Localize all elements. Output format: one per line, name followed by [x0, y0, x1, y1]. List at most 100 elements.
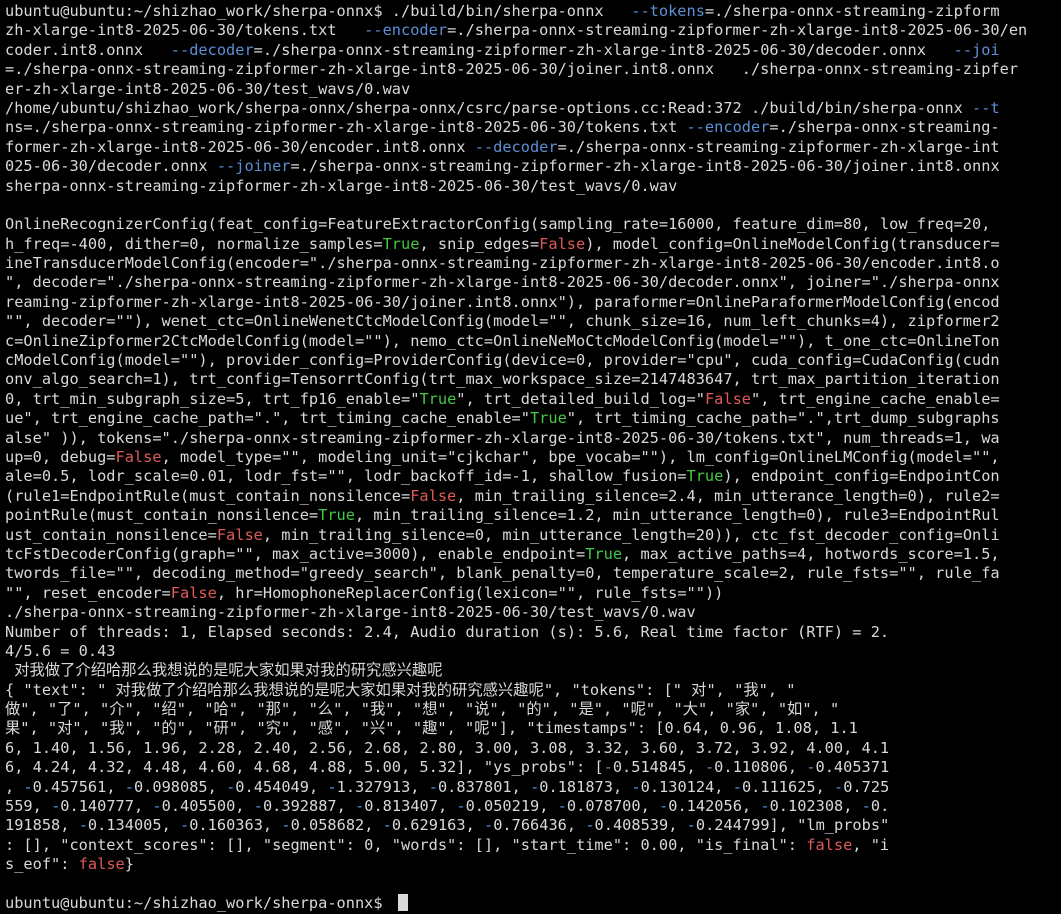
terminal-text: - [484, 816, 494, 835]
terminal-text: 对我做了介绍哈那么我想说的是呢大家如果对我的研究感兴趣呢 [5, 661, 443, 680]
terminal-line: "", reset_encoder=False, hr=HomophoneRep… [5, 584, 1059, 603]
terminal-line: ust_contain_nonsilence=False, min_traili… [5, 526, 1059, 545]
terminal-text: --t [972, 98, 1000, 117]
terminal-text: --encoder [686, 118, 770, 137]
terminal-text: ale=0.5, lodr_scale=0.01, lodr_fst="", l… [5, 467, 687, 486]
terminal-text: ubuntu@ubuntu:~/shizhao_work/sherpa-onnx… [5, 2, 632, 20]
terminal-text: (rule1=EndpointRule(must_contain_nonsile… [5, 486, 411, 505]
terminal-text: { "text": " 对我做了介绍哈那么我想说的是呢大家如果对我的研究感兴趣呢… [5, 680, 796, 699]
terminal-text: =./sherpa-onnx-streaming-zipform [704, 2, 1000, 20]
terminal-line: reaming-zipformer-zh-xlarge-int8-2025-06… [5, 293, 1059, 312]
terminal-text: , min_trailing_silence=0, min_utterance_… [262, 525, 1000, 544]
terminal-text: =./sherpa-onnx-streaming-zipformer-zh-xl… [447, 21, 1028, 40]
terminal-text: , max_active_paths=4, hotwords_score=1.5… [622, 544, 1000, 563]
terminal-line: 对我做了介绍哈那么我想说的是呢大家如果对我的研究感兴趣呢 [5, 661, 1059, 680]
terminal-text: =./sherpa-onnx-streaming-zipformer-zh-xl… [253, 40, 954, 59]
terminal-text: 0.102308, [769, 797, 862, 816]
terminal-text: --decoder [474, 137, 558, 156]
terminal-text: --joi [953, 40, 1000, 59]
terminal-text: ue", trt_engine_cache_path=".", trt_timi… [5, 409, 530, 428]
terminal-text: zh-xlarge-int8-2025-06-30/tokens.txt [5, 21, 365, 40]
terminal-text: - [180, 816, 190, 835]
terminal-text: 0.078700, [566, 797, 660, 816]
terminal-text: - [124, 777, 134, 796]
terminal-line: c=OnlineZipformer2CtcModelConfig(model="… [5, 332, 1059, 351]
terminal-window[interactable]: ubuntu@ubuntu:~/shizhao_work/sherpa-onnx… [0, 0, 1061, 914]
terminal-line: 果", "对", "我", "的", "研", "究", "感", "兴", "… [5, 719, 1059, 738]
terminal-line: 6, 1.40, 1.56, 1.96, 2.28, 2.40, 2.56, 2… [5, 739, 1059, 758]
terminal-line: ", decoder="./sherpa-onnx-streaming-zipf… [5, 273, 1059, 292]
terminal-line: sherpa-onnx-streaming-zipformer-zh-xlarg… [5, 177, 1059, 196]
terminal-text: True [318, 506, 355, 525]
terminal-line: cModelConfig(model=""), provider_config=… [5, 351, 1059, 370]
terminal-text: former-zh-xlarge-int8-2025-06-30/encoder… [5, 137, 475, 156]
terminal-text: - [686, 816, 696, 835]
terminal-text: - [382, 816, 392, 835]
terminal-line: "", decoder=""), wenet_ctc=OnlineWenetCt… [5, 312, 1059, 331]
terminal-text: 0.457561, [32, 777, 125, 796]
terminal-line: ale=0.5, lodr_scale=0.01, lodr_fst="", l… [5, 467, 1059, 486]
terminal-line: onv_algo_search=1), trt_config=TensorrtC… [5, 370, 1059, 389]
terminal-text: --encoder [364, 21, 448, 40]
terminal-line: s_eof": false} [5, 855, 1059, 874]
terminal-text: , snip_edges= [419, 234, 540, 253]
terminal-text: True [529, 409, 567, 428]
terminal-text: ust_contain_nonsilence= [5, 525, 217, 544]
terminal-text: - [760, 797, 770, 816]
terminal-text: - [327, 777, 337, 796]
terminal-text: - [806, 758, 816, 777]
terminal-text: False [216, 525, 263, 544]
terminal-line: 191858, -0.134005, -0.160363, -0.058682,… [5, 816, 1059, 835]
terminal-text: "", reset_encoder= [5, 583, 171, 602]
terminal-text: pointRule(must_contain_nonsilence= [5, 506, 319, 525]
terminal-line: 4/5.6 = 0.43 [5, 642, 1059, 661]
terminal-line: h_freq=-400, dither=0, normalize_samples… [5, 235, 1059, 254]
terminal-text: false [78, 855, 125, 874]
terminal-line: 0, trt_min_subgraph_size=5, trt_fp16_ena… [5, 390, 1059, 409]
terminal-text: 0.408539, [594, 816, 687, 835]
terminal-line: (rule1=EndpointRule(must_contain_nonsile… [5, 487, 1059, 506]
terminal-text: 0.392887, [262, 797, 356, 816]
terminal-text: : [], "context_scores": [], "segment": 0… [5, 835, 807, 854]
terminal-text: 0.405500, [161, 797, 254, 816]
terminal-text: ", decoder="./sherpa-onnx-streaming-zipf… [5, 273, 1000, 292]
terminal-text: sherpa-onnx-streaming-zipformer-zh-xlarg… [5, 176, 678, 195]
terminal-text: twords_file="", decoding_method="greedy_… [5, 564, 1000, 583]
terminal-text: ./sherpa-onnx-streaming-zipformer-zh-xla… [5, 603, 696, 622]
terminal-text: coder.int8.onnx [5, 40, 171, 59]
terminal-text: - [428, 777, 438, 796]
terminal-text: --tokens [631, 2, 705, 20]
terminal-text: Number of threads: 1, Elapsed seconds: 2… [5, 622, 890, 641]
terminal-text: =./sherpa-onnx-streaming-zipformer-zh-xl… [557, 137, 1000, 156]
terminal-text: False [170, 583, 217, 602]
terminal-text: 0.050219, [465, 797, 558, 816]
terminal-text: up=0, debug= [5, 447, 116, 466]
terminal-text: - [456, 797, 466, 816]
terminal-text: 0.629163, [391, 816, 484, 835]
terminal-text: --decoder [170, 40, 254, 59]
terminal-text: 0, trt_min_subgraph_size=5, trt_fp16_ena… [5, 389, 420, 408]
terminal-text: 0.514845, [612, 758, 705, 777]
terminal-text: 6, 4.24, 4.32, 4.48, 4.60, 4.68, 4.88, 5… [5, 758, 604, 777]
terminal-line: er-zh-xlarge-int8-2025-06-30/test_wavs/0… [5, 80, 1059, 99]
terminal-text: onv_algo_search=1), trt_config=TensorrtC… [5, 370, 1000, 389]
terminal-line: 559, -0.140777, -0.405500, -0.392887, -0… [5, 797, 1059, 816]
terminal-text: 0.766436, [493, 816, 586, 835]
terminal-text: h_freq=-400, dither=0, normalize_samples… [5, 234, 383, 253]
terminal-text: tcFstDecoderConfig(graph="", max_active=… [5, 544, 586, 563]
terminal-text: } [124, 855, 134, 874]
terminal-text: 025-06-30/decoder.onnx [5, 157, 217, 176]
terminal-text: 6, 1.40, 1.56, 1.96, 2.28, 2.40, 2.56, 2… [5, 738, 890, 757]
terminal-text: --joiner [216, 157, 291, 176]
terminal-line: coder.int8.onnx --decoder=./sherpa-onnx-… [5, 41, 1059, 60]
terminal-line: alse" )), tokens="./sherpa-onnx-streamin… [5, 429, 1059, 448]
terminal-line: /home/ubuntu/shizhao_work/sherpa-onnx/sh… [5, 99, 1059, 118]
terminal-line: , -0.457561, -0.098085, -0.454049, -1.32… [5, 778, 1059, 797]
terminal-line: ubuntu@ubuntu:~/shizhao_work/sherpa-onnx… [5, 2, 1059, 21]
terminal-text: =./sherpa-onnx-streaming- [769, 118, 1000, 137]
terminal-line: ./sherpa-onnx-streaming-zipformer-zh-xla… [5, 603, 1059, 622]
terminal-text: ), model_config=OnlineModelConfig(transd… [585, 234, 1000, 253]
terminal-text: 559, [5, 797, 52, 816]
terminal-text: 做", "了", "介", "绍", "哈", "那", "么", "我", "… [5, 700, 840, 719]
